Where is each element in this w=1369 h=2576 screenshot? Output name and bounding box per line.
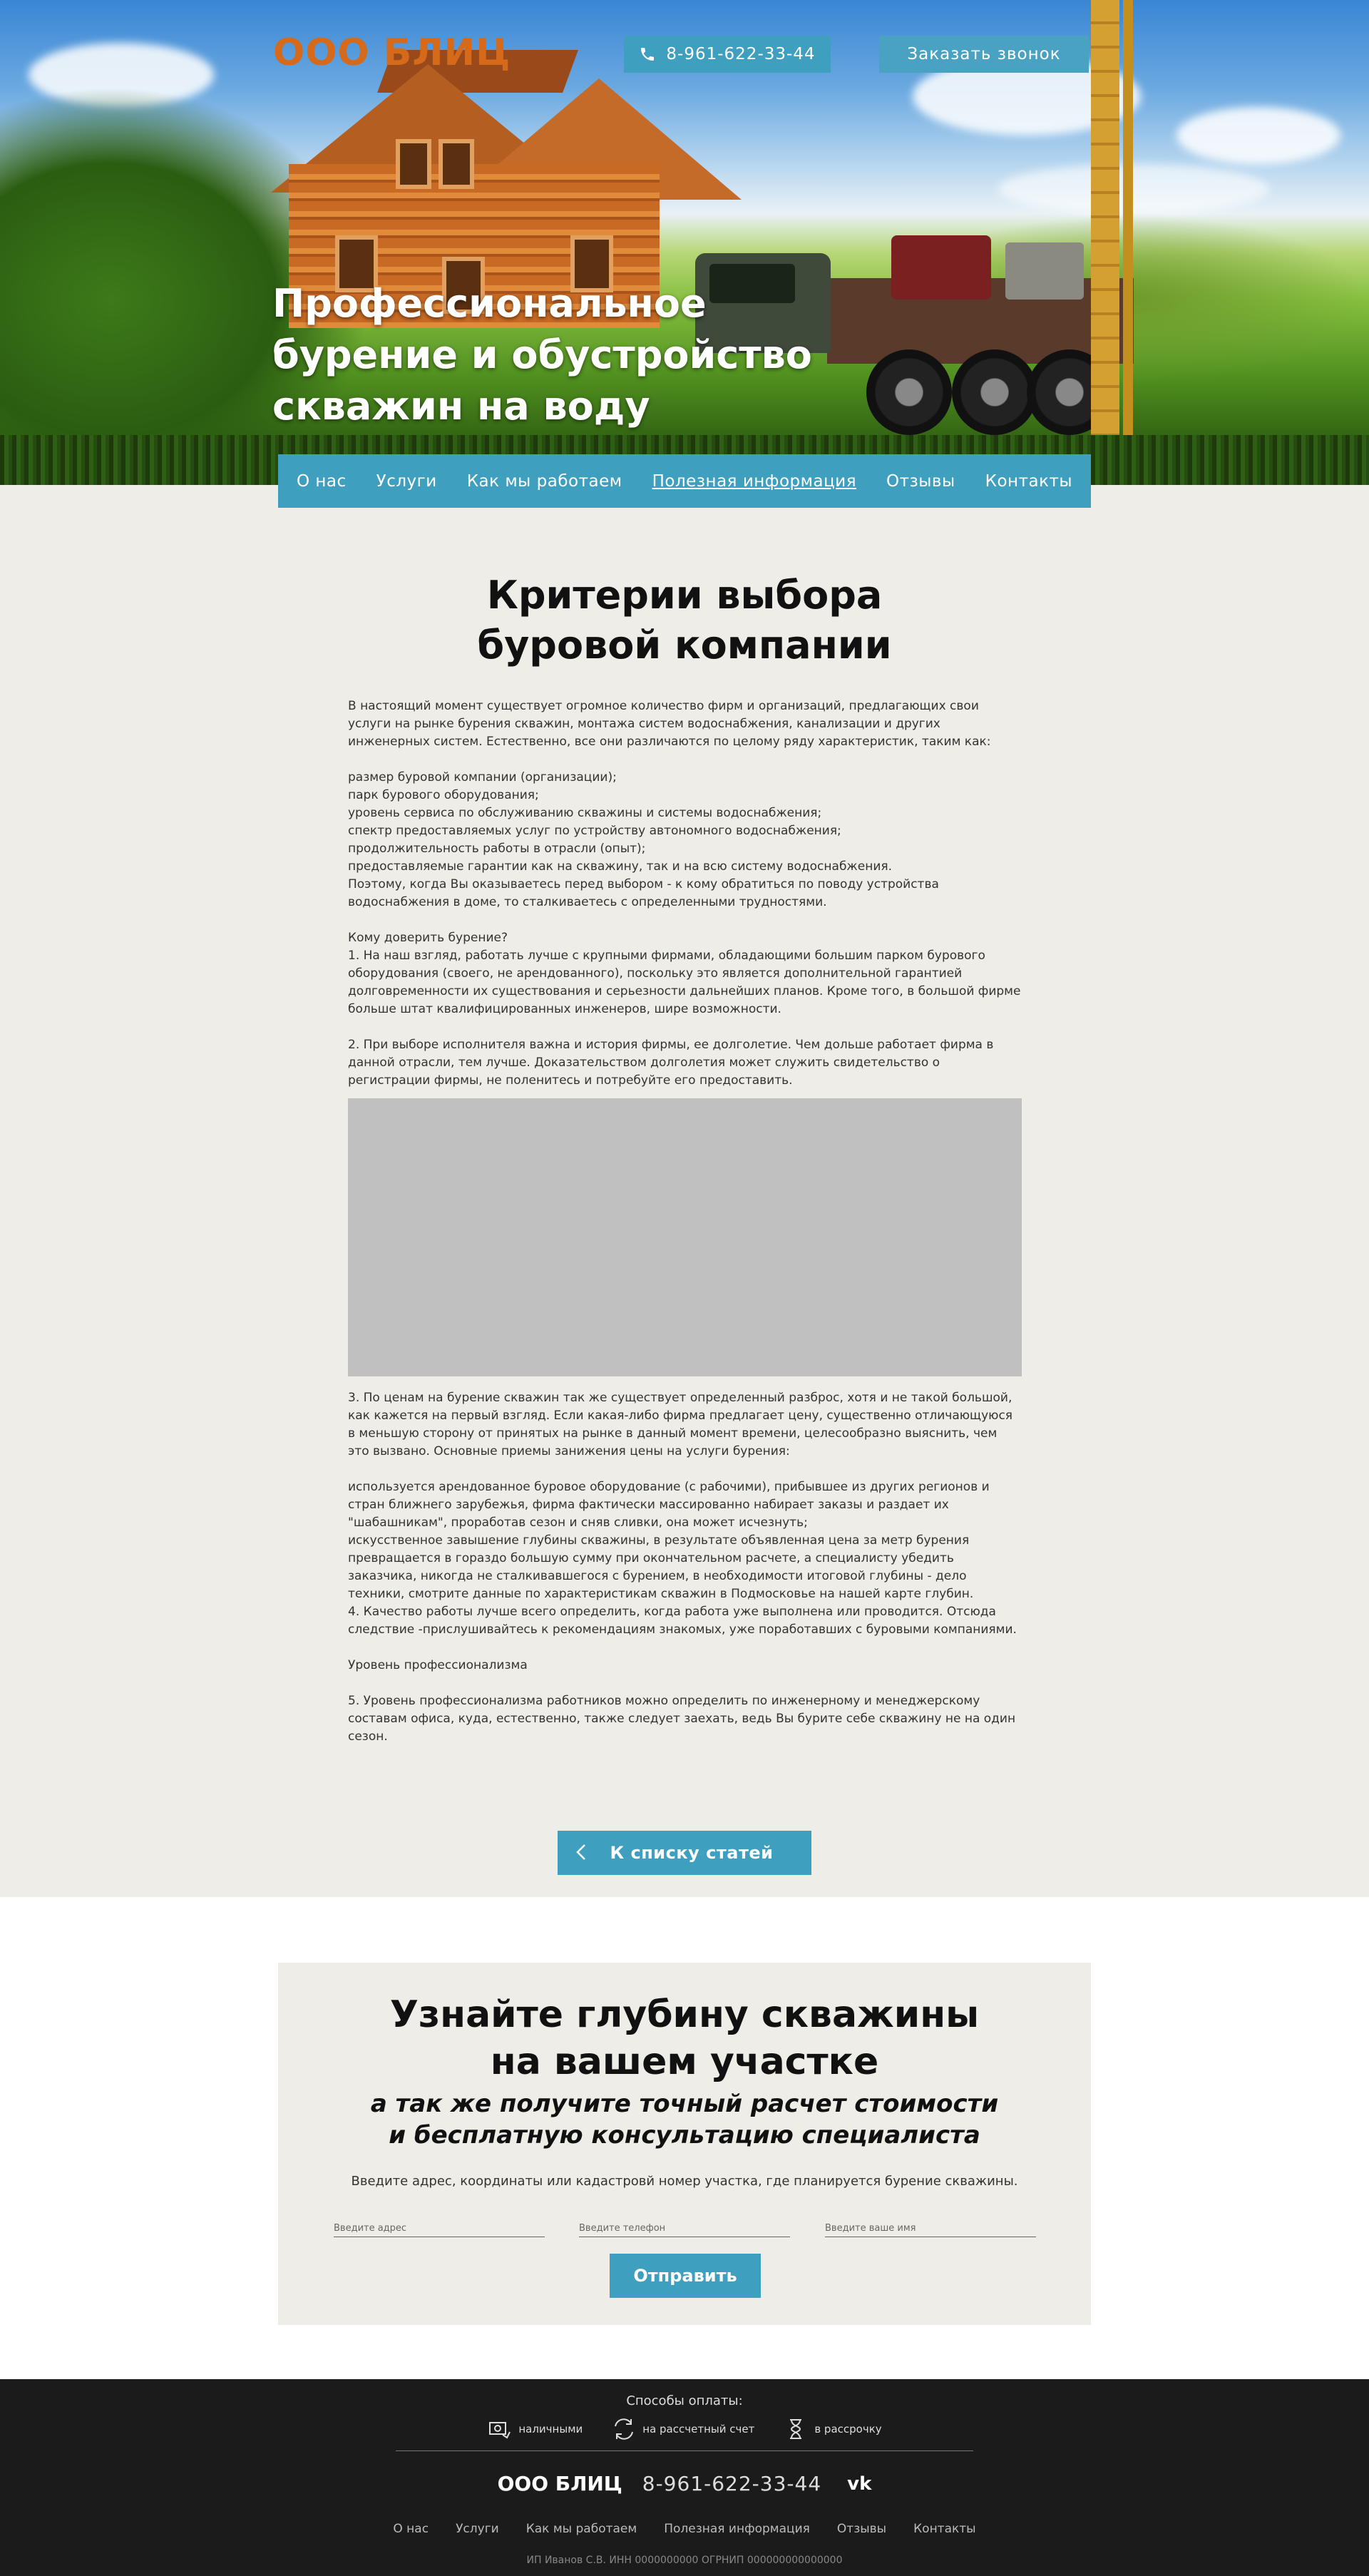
nav-item-about[interactable]: О нас	[297, 472, 347, 491]
vk-icon[interactable]: vk	[847, 2473, 871, 2495]
footer-logo[interactable]: ООО БЛИЦ	[498, 2472, 622, 2495]
nav-item-how-we-work[interactable]: Как мы работаем	[467, 472, 622, 491]
payment-installment-label: в рассрочку	[814, 2423, 882, 2436]
footer-nav-contacts[interactable]: Контакты	[913, 2522, 976, 2536]
submit-button[interactable]: Отправить	[610, 2254, 761, 2298]
truck-wheel	[952, 349, 1037, 435]
footer-phone[interactable]: 8-961-622-33-44	[642, 2472, 821, 2495]
drill-mast	[1123, 0, 1133, 456]
payment-transfer: на рассчетный счет	[611, 2416, 754, 2442]
footer-nav-how-we-work[interactable]: Как мы работаем	[526, 2522, 637, 2536]
payment-installment: в рассрочку	[783, 2416, 882, 2442]
nav-item-services[interactable]: Услуги	[376, 472, 437, 491]
article-title: Критерии выбора буровой компании	[477, 573, 892, 668]
form-hint: Введите адрес, координаты или кадастровй…	[351, 2174, 1018, 2189]
cloud	[1176, 107, 1340, 164]
callback-button[interactable]: Заказать звонок	[879, 36, 1089, 73]
hero-title: Профессиональное бурение и обустройство …	[272, 281, 812, 429]
footer-brand: ООО БЛИЦ 8-961-622-33-44 vk	[0, 2472, 1369, 2495]
address-input[interactable]: Введите адрес	[334, 2209, 545, 2237]
article-body-continued: 3. По ценам на бурение скважин так же су…	[348, 1391, 1017, 1744]
header-phone-button[interactable]: 8-961-622-33-44	[624, 36, 831, 73]
back-button-label: К списку статей	[610, 1843, 774, 1863]
footer-nav-useful-info[interactable]: Полезная информация	[664, 2522, 810, 2536]
payment-transfer-label: на рассчетный счет	[642, 2423, 755, 2436]
payment-methods: наличными на рассчетный счет в рассрочку	[0, 2416, 1369, 2442]
footer-divider	[396, 2450, 973, 2451]
drill-mast	[1091, 0, 1119, 456]
truck-engine	[1005, 242, 1084, 300]
site-logo[interactable]: ООО БЛИЦ	[273, 31, 511, 74]
footer-nav: О нас Услуги Как мы работаем Полезная ин…	[0, 2522, 1369, 2536]
payment-cash: наличными	[487, 2416, 583, 2442]
name-input[interactable]: Введите ваше имя	[825, 2209, 1036, 2237]
phone-icon	[639, 46, 656, 63]
form-title: Узнайте глубину скважины на вашем участк…	[389, 1993, 980, 2083]
transfer-icon	[615, 2418, 634, 2440]
payment-title: Способы оплаты:	[626, 2393, 743, 2408]
main-nav: О нас Услуги Как мы работаем Полезная ин…	[278, 454, 1091, 508]
nav-item-useful-info[interactable]: Полезная информация	[652, 472, 856, 491]
chevron-left-icon	[576, 1844, 585, 1860]
back-to-articles-button[interactable]: К списку статей	[558, 1831, 811, 1875]
cash-icon	[489, 2422, 511, 2439]
payment-cash-label: наличными	[518, 2423, 583, 2436]
hourglass-icon	[790, 2419, 802, 2439]
header-phone-number: 8-961-622-33-44	[666, 45, 816, 63]
form-subtitle: а так же получите точный расчет стоимост…	[370, 2090, 999, 2150]
house-window	[439, 139, 474, 189]
legal-info: ИП Иванов С.В. ИНН 0000000000 ОГРНИП 000…	[526, 2555, 843, 2566]
footer-nav-about[interactable]: О нас	[393, 2522, 429, 2536]
article-section: Критерии выбора буровой компании В насто…	[0, 485, 1369, 1897]
article-image-placeholder	[348, 1098, 1022, 1376]
cloud	[998, 164, 1269, 214]
nav-item-reviews[interactable]: Отзывы	[886, 472, 955, 491]
article-body: В настоящий момент существует огромное к…	[348, 699, 1021, 1088]
footer-nav-reviews[interactable]: Отзывы	[837, 2522, 886, 2536]
phone-input[interactable]: Введите телефон	[579, 2209, 790, 2237]
footer: Способы оплаты: наличными на рассчетный …	[0, 2379, 1369, 2576]
footer-nav-services[interactable]: Услуги	[456, 2522, 499, 2536]
depth-request-form: Узнайте глубину скважины на вашем участк…	[278, 1963, 1091, 2325]
nav-item-contacts[interactable]: Контакты	[985, 472, 1072, 491]
hero-banner: ООО БЛИЦ 8-961-622-33-44 Заказать звонок…	[0, 0, 1369, 485]
house-window	[396, 139, 431, 189]
